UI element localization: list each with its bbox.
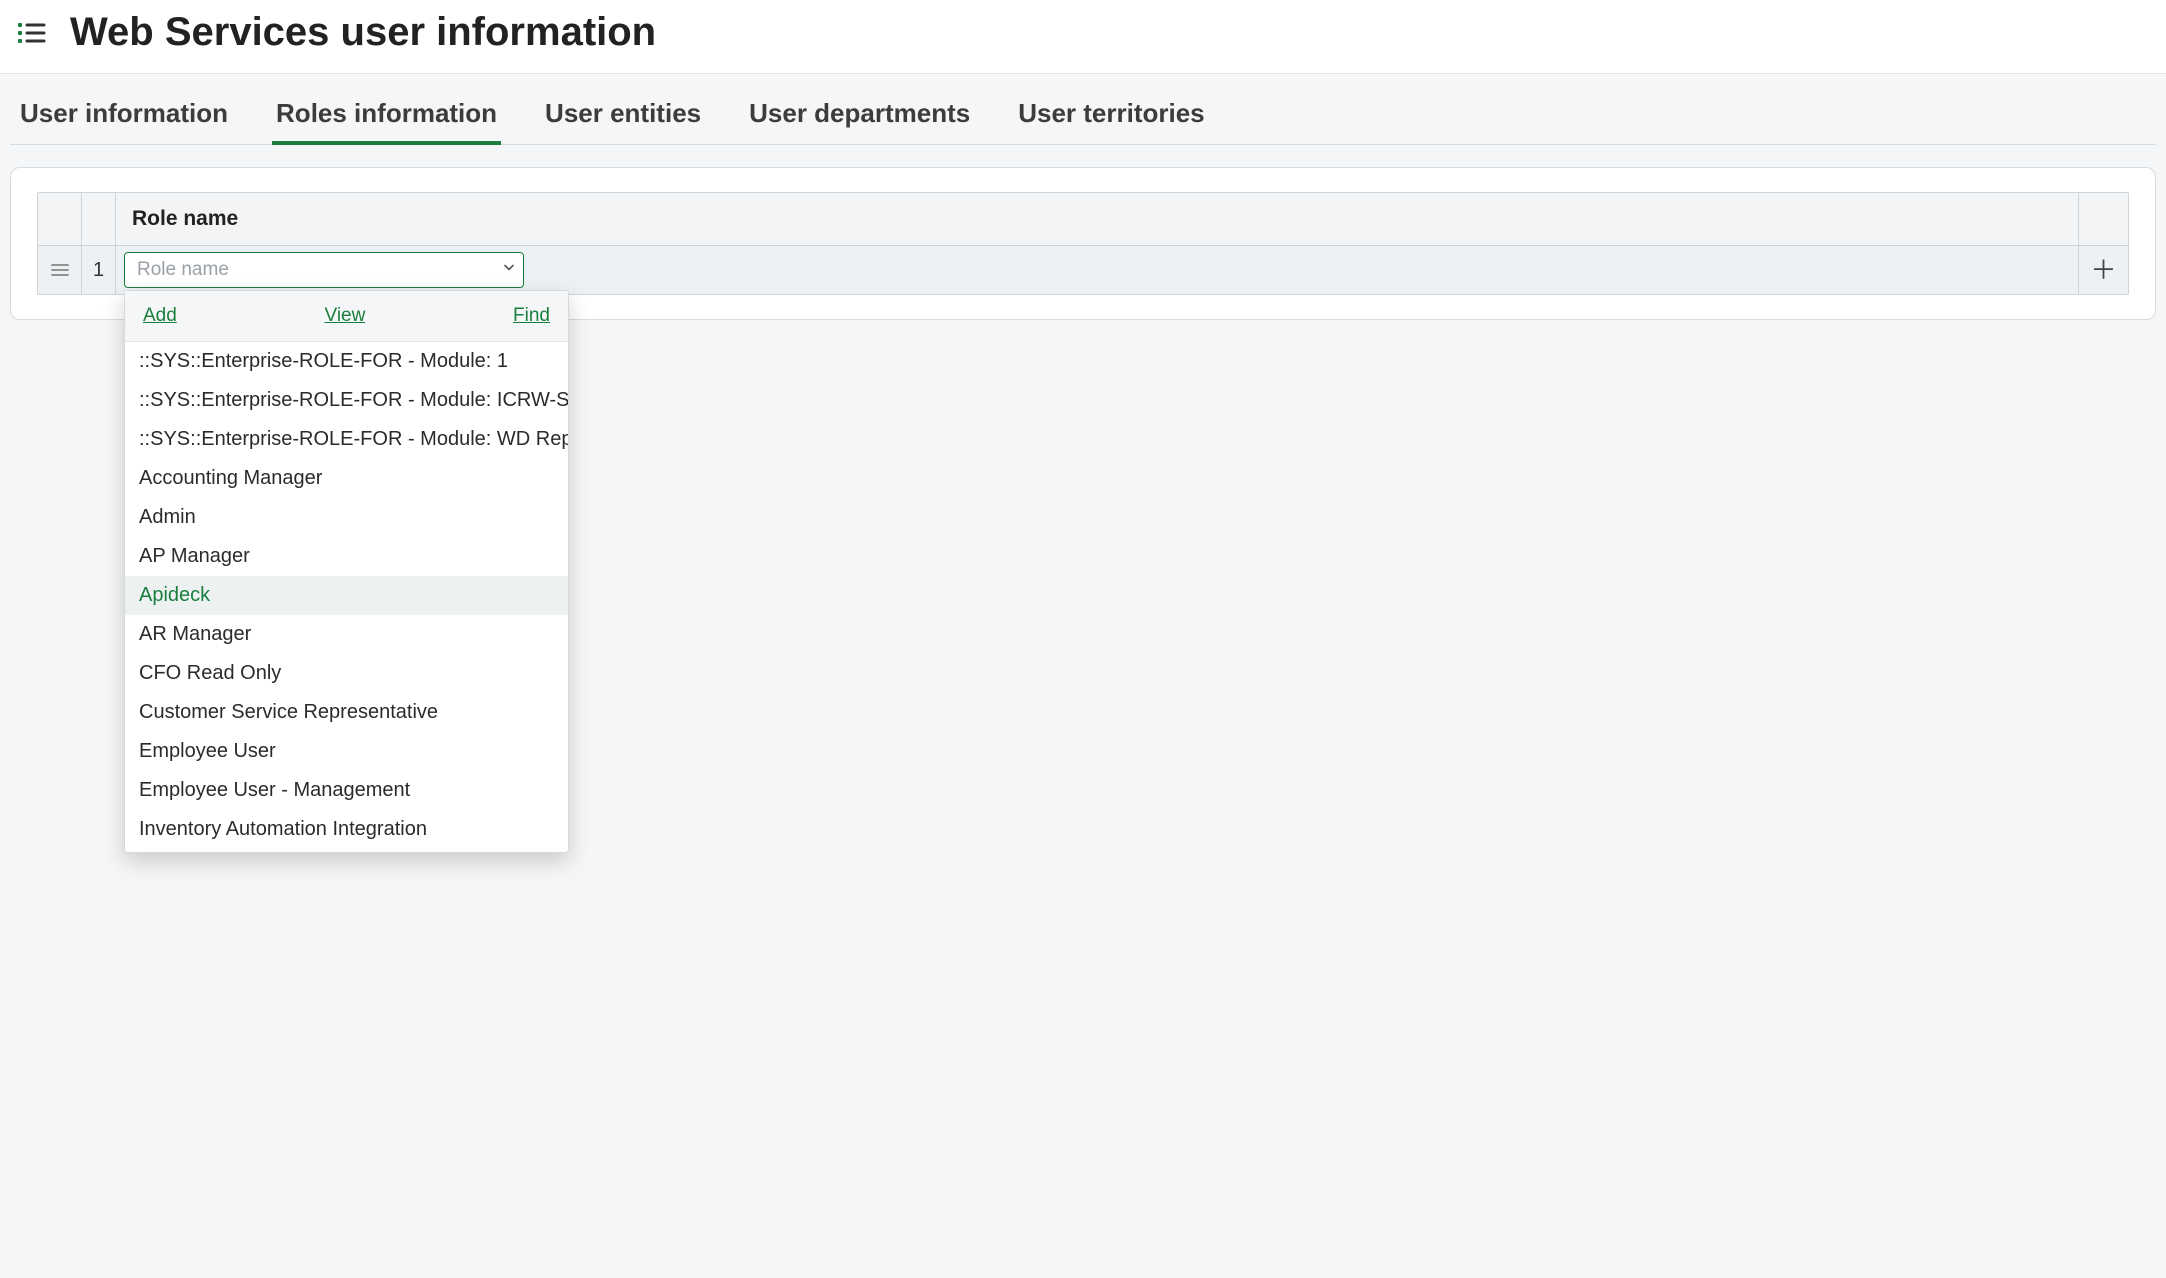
dropdown-option[interactable]: AR Manager [125,615,568,654]
dropdown-option[interactable]: AP Manager [125,537,568,576]
dropdown-option[interactable]: Employee User [125,732,568,771]
dropdown-option[interactable]: ::SYS::Enterprise-ROLE-FOR - Module: ICR… [125,381,568,420]
dropdown-option[interactable]: Employee User - Management [125,771,568,810]
role-name-cell: Add View Find ::SYS::Enterprise-ROLE-FOR… [116,246,2078,294]
grid-row: 1 Add View Find [38,246,2128,294]
dropdown-find-link[interactable]: Find [513,305,550,327]
page-title: Web Services user information [70,10,656,55]
dropdown-option[interactable]: Admin [125,498,568,537]
add-row-button[interactable]: ＋ [2078,246,2128,294]
dropdown-option[interactable]: CFO Read Only [125,654,568,693]
tab-user-departments[interactable]: User departments [745,92,974,145]
dropdown-option[interactable]: Apideck [125,576,568,615]
dropdown-option[interactable]: Inventory Automation Integration [125,810,568,849]
row-number: 1 [82,246,116,294]
tab-user-territories[interactable]: User territories [1014,92,1208,145]
plus-icon: ＋ [2090,257,2116,283]
tab-user-entities[interactable]: User entities [541,92,705,145]
dropdown-option[interactable]: Accounting Manager [125,459,568,498]
dropdown-toolbar: Add View Find [125,291,568,342]
role-name-input[interactable] [124,252,524,288]
dropdown-option[interactable]: ::SYS::Enterprise-ROLE-FOR - Module: 1 [125,342,568,381]
tabs-bar: User information Roles information User en… [10,74,2156,145]
page-header: Web Services user information [0,0,2166,74]
roles-grid: Role name 1 [37,192,2129,295]
role-dropdown: Add View Find ::SYS::Enterprise-ROLE-FOR… [124,290,569,853]
list-menu-icon[interactable] [18,21,46,45]
grid-header: Role name [38,193,2128,246]
dropdown-view-link[interactable]: View [325,305,366,327]
dropdown-add-link[interactable]: Add [143,305,177,327]
column-header-role-name[interactable]: Role name [116,193,2078,245]
dropdown-option[interactable]: Customer Service Representative [125,693,568,732]
row-drag-handle[interactable] [38,246,82,294]
tab-user-information[interactable]: User information [16,92,232,145]
role-name-combo: Add View Find ::SYS::Enterprise-ROLE-FOR… [124,252,524,288]
dropdown-option[interactable]: ::SYS::Enterprise-ROLE-FOR - Module: WD … [125,420,568,459]
roles-panel: Role name 1 [10,167,2156,320]
tab-roles-information[interactable]: Roles information [272,92,501,145]
dropdown-option[interactable]: Project Manager [125,849,568,852]
dropdown-list[interactable]: ::SYS::Enterprise-ROLE-FOR - Module: 1::… [125,342,568,852]
